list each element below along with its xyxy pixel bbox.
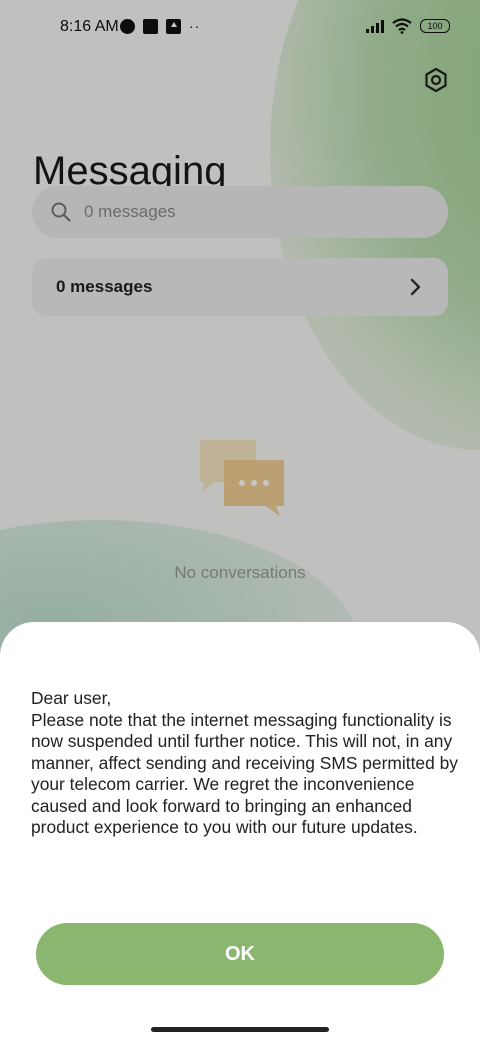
home-indicator[interactable] <box>151 1027 329 1032</box>
notice-dialog: Dear user, Please note that the internet… <box>0 622 480 1040</box>
notice-message: Dear user, Please note that the internet… <box>31 688 458 837</box>
ok-button[interactable]: OK <box>36 923 444 985</box>
